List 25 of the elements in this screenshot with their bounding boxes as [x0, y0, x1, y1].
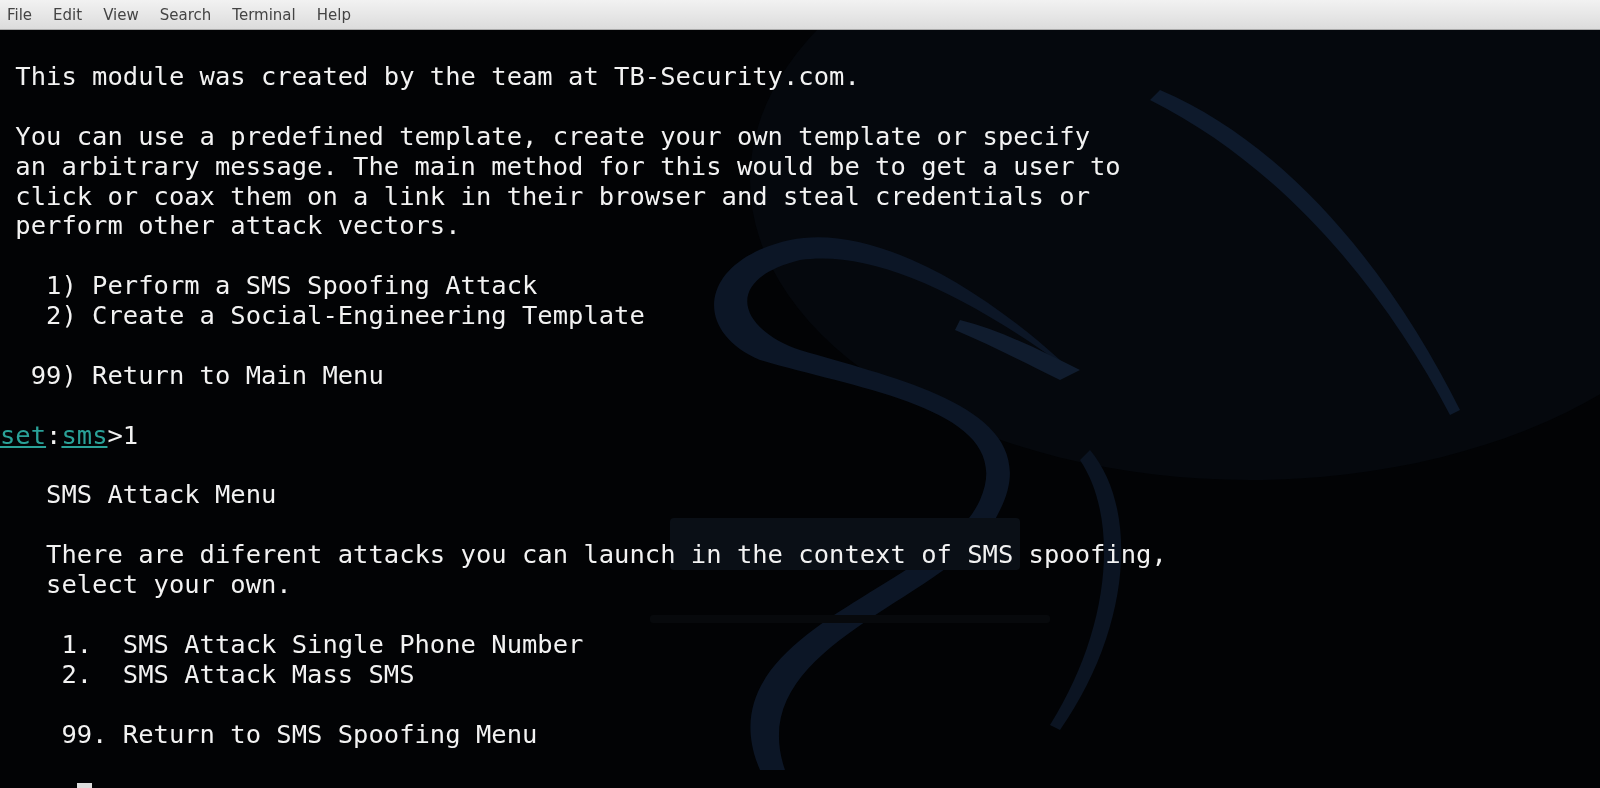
prompt-name: set — [0, 419, 47, 450]
output-line: 99. Return to SMS Spoofing Menu — [60, 718, 538, 749]
output-line: 2. SMS Attack Mass SMS — [60, 658, 415, 689]
output-line: There are diferent attacks you can launch in the context of SMS spoofing, — [45, 539, 1167, 570]
output-line: 1. SMS Attack Single Phone Number — [60, 628, 584, 659]
output-line: This module was created by the team at TB-Security.com. — [14, 61, 860, 91]
menu-item[interactable]: Terminal — [225, 1, 304, 28]
output-line: SMS Attack Menu — [45, 479, 277, 510]
output-line: 99) Return to Main Menu — [29, 359, 384, 390]
menu-item[interactable]: View — [96, 1, 147, 28]
menu-item[interactable]: Search — [152, 1, 220, 28]
output-line: an arbitrary message. The main method for this would be to get a user to — [14, 150, 1121, 181]
prompt-module: sms — [61, 419, 108, 450]
output-line: 1) Perform a SMS Spoofing Attack — [45, 270, 538, 301]
typed-text: 1 — [122, 419, 139, 450]
output-line: select your own. — [45, 569, 292, 600]
menu-item[interactable]: Edit — [46, 1, 91, 28]
prompt-separator: : — [46, 419, 62, 450]
output-line: You can use a predefined template, create your own template or specify — [14, 120, 1090, 151]
output-line: click or coax them on a link in their browser and steal credentials or — [14, 180, 1090, 211]
menu-item[interactable]: Help — [309, 1, 359, 28]
prompt-marker: > — [107, 419, 123, 450]
menu-item[interactable]: File — [0, 1, 41, 28]
output-line: 2) Create a Social-Engineering Template — [45, 300, 645, 331]
output-line: perform other attack vectors. — [14, 210, 461, 241]
